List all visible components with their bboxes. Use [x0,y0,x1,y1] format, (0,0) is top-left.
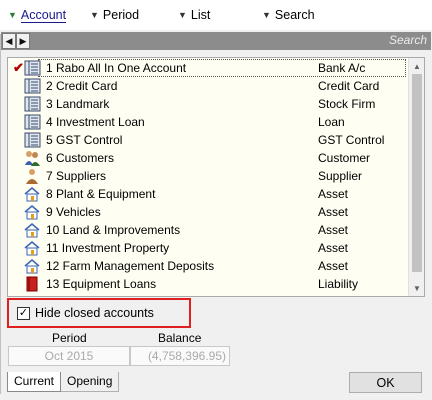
account-type: Asset [318,259,349,273]
nav-strip: ◀ ▶ Search [1,32,431,50]
hide-closed-accounts-checkbox[interactable]: ✓ Hide closed accounts [7,298,191,328]
scroll-up-icon[interactable]: ▲ [409,59,425,73]
ledger-icon [24,96,41,112]
account-row[interactable]: 6 Customers Customer [8,149,408,167]
period-header: Period [52,331,87,345]
triangle-down-icon: ▼ [90,10,99,20]
triangle-down-icon: ▼ [178,10,187,20]
account-type: Bank A/c [318,61,366,75]
arrow-left-icon: ◀ [5,35,13,46]
tab-opening[interactable]: Opening [61,372,120,392]
account-name: 4 Investment Loan [46,115,145,129]
vertical-scrollbar[interactable]: ▲ ▼ [408,58,424,296]
house-icon [24,186,41,202]
account-rows: ✔ 1 Rabo All In One Account Bank A/c 2 Cred… [8,58,408,296]
account-row[interactable]: 9 Vehicles Asset [8,203,408,221]
account-name: 2 Credit Card [46,79,118,93]
menu-list-label: List [190,8,211,22]
account-row[interactable]: ✔ 1 Rabo All In One Account Bank A/c [8,59,408,77]
ledger-icon [24,78,41,94]
account-type: Supplier [318,169,363,183]
account-type: Loan [318,115,345,129]
red-book-icon [24,276,41,292]
account-name: 13 Equipment Loans [46,277,157,291]
account-name: 8 Plant & Equipment [46,187,156,201]
menu-search-label: Search [274,8,315,22]
account-name: 6 Customers [46,151,115,165]
account-row[interactable]: 5 GST Control GST Control [8,131,408,149]
account-type: Credit Card [318,79,380,93]
menu-search[interactable]: ▼ Search [262,6,315,24]
house-icon [24,258,41,274]
account-type: Asset [318,223,349,237]
ok-button-label: OK [376,375,395,390]
tab-current-label: Current [14,374,55,388]
ok-button[interactable]: OK [349,372,422,393]
ledger-icon [24,114,41,130]
account-type: Asset [318,205,349,219]
account-type: Stock Firm [318,97,376,111]
ledger-icon [24,60,41,76]
account-row[interactable]: 8 Plant & Equipment Asset [8,185,408,203]
balance-value: (4,758,396.95) [130,346,230,366]
person-icon [24,168,41,184]
account-type: GST Control [318,133,385,147]
account-name: 7 Suppliers [46,169,107,183]
account-row[interactable]: 3 Landmark Stock Firm [8,95,408,113]
account-row[interactable]: 11 Investment Property Asset [8,239,408,257]
account-name: 1 Rabo All In One Account [46,61,187,75]
house-icon [24,240,41,256]
account-name: 3 Landmark [46,97,110,111]
scroll-thumb[interactable] [412,74,422,272]
bottom-tabs: Current Opening [7,372,120,392]
account-name: 12 Farm Management Deposits [46,259,215,273]
account-name: 9 Vehicles [46,205,101,219]
account-row[interactable]: 7 Suppliers Supplier [8,167,408,185]
account-type: Asset [318,187,349,201]
next-button[interactable]: ▶ [16,33,30,49]
triangle-down-icon: ▼ [8,10,17,20]
menu-period[interactable]: ▼ Period [90,6,139,24]
ledger-icon [24,132,41,148]
arrow-right-icon: ▶ [19,35,27,46]
balance-header: Balance [158,331,202,345]
account-row[interactable]: 12 Farm Management Deposits Asset [8,257,408,275]
menu-list[interactable]: ▼ List [178,6,210,24]
account-row[interactable]: 10 Land & Improvements Asset [8,221,408,239]
menu-period-label: Period [102,8,140,22]
checkbox-check-icon[interactable]: ✓ [17,306,30,320]
menu-account-label: Account [20,7,67,23]
scroll-down-icon[interactable]: ▼ [409,281,425,295]
previous-button[interactable]: ◀ [2,33,16,49]
search-hint[interactable]: Search [389,33,427,47]
tab-current[interactable]: Current [7,372,62,392]
checkmark-icon: ✔ [13,60,24,75]
triangle-down-icon: ▼ [262,10,271,20]
account-row[interactable]: 13 Equipment Loans Liability [8,275,408,293]
account-name: 11 Investment Property [46,241,170,255]
account-list: ✔ 1 Rabo All In One Account Bank A/c 2 Cred… [7,57,425,297]
account-row[interactable]: 2 Credit Card Credit Card [8,77,408,95]
account-type: Asset [318,241,349,255]
menu-bar: ▼ Account ▼ Period ▼ List ▼ Search [0,0,432,30]
account-name: 5 GST Control [46,133,123,147]
period-value-text: Oct 2015 [44,349,94,363]
house-icon [24,204,41,220]
balance-value-text: (4,758,396.95) [147,349,226,363]
account-type: Customer [318,151,371,165]
menu-account[interactable]: ▼ Account [8,6,67,24]
account-type: Liability [318,277,359,291]
hide-closed-accounts-label: Hide closed accounts [35,306,154,320]
people-icon [24,150,41,166]
tab-opening-label: Opening [67,374,113,388]
account-row[interactable]: 4 Investment Loan Loan [8,113,408,131]
window-edge [0,34,1,394]
house-icon [24,222,41,238]
account-name: 10 Land & Improvements [46,223,181,237]
period-value: Oct 2015 [8,346,130,366]
